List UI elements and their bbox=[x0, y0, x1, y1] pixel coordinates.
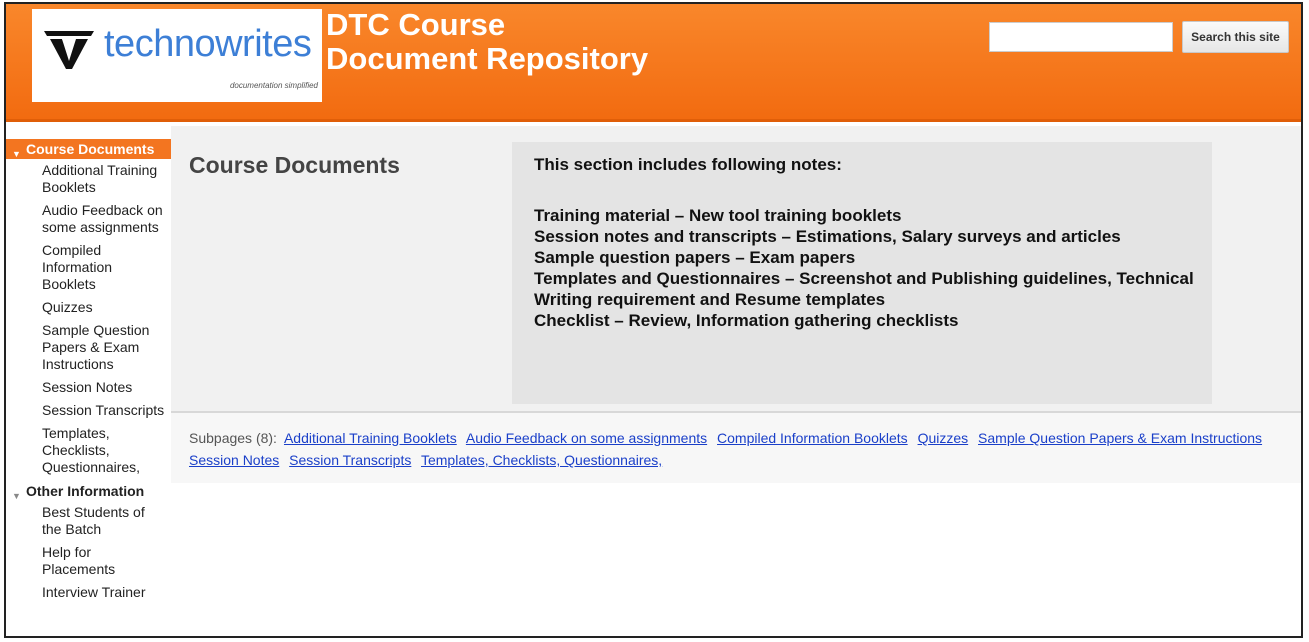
search-button[interactable]: Search this site bbox=[1182, 21, 1289, 53]
notes-intro: This section includes following notes: bbox=[534, 155, 842, 174]
browser-page: technowrites documentation simplified DT… bbox=[4, 2, 1303, 638]
subpage-link[interactable]: Sample Question Papers & Exam Instructio… bbox=[978, 430, 1262, 446]
sidebar-item[interactable]: Sample Question Papers & Exam Instructio… bbox=[6, 319, 171, 376]
subpage-link[interactable]: Compiled Information Booklets bbox=[717, 430, 908, 446]
sidebar-item[interactable]: Interview Trainer bbox=[6, 581, 171, 604]
site-title-line2: Document Repository bbox=[326, 41, 649, 76]
sidebar-item[interactable]: Quizzes bbox=[6, 296, 171, 319]
chevron-down-icon[interactable]: ▼ bbox=[12, 144, 21, 164]
sidebar-category-course-documents[interactable]: ▼ Course Documents bbox=[6, 139, 171, 159]
subpages-label: Subpages (8): bbox=[189, 430, 277, 446]
subpage-link[interactable]: Audio Feedback on some assignments bbox=[466, 430, 707, 446]
sidebar-category-label: Other Information bbox=[26, 483, 145, 499]
sidebar-nav: ▼ Course Documents Additional Training B… bbox=[6, 139, 171, 636]
notes-list: Training material – New tool training bo… bbox=[534, 205, 1194, 331]
site-title[interactable]: DTC Course Document Repository bbox=[326, 8, 648, 76]
subpage-link[interactable]: Session Notes bbox=[189, 452, 279, 468]
note-line: Checklist – Review, Information gatherin… bbox=[534, 311, 959, 330]
site-logo[interactable]: technowrites documentation simplified bbox=[32, 9, 322, 102]
notes-info-box: This section includes following notes: T… bbox=[512, 142, 1212, 404]
note-line: Sample question papers – Exam papers bbox=[534, 248, 856, 267]
technowrites-logo-icon bbox=[44, 31, 94, 69]
page-title: Course Documents bbox=[189, 152, 400, 178]
sidebar-item[interactable]: Audio Feedback on some assignments bbox=[6, 199, 171, 239]
note-line: Training material – New tool training bo… bbox=[534, 206, 902, 225]
site-title-line1: DTC Course bbox=[326, 7, 506, 42]
sidebar-list-course-documents: Additional Training Booklets Audio Feedb… bbox=[6, 159, 171, 479]
note-line: Templates and Questionnaires – Screensho… bbox=[534, 269, 1194, 309]
sidebar-list-other-information: Best Students of the Batch Help for Plac… bbox=[6, 501, 171, 604]
site-header: technowrites documentation simplified DT… bbox=[6, 4, 1301, 122]
sidebar-category-label: Course Documents bbox=[26, 141, 155, 157]
note-line: Session notes and transcripts – Estimati… bbox=[534, 227, 1121, 246]
subpage-link[interactable]: Templates, Checklists, Questionnaires, bbox=[421, 452, 662, 468]
sidebar-category-other-information[interactable]: ▼ Other Information bbox=[6, 481, 171, 501]
sidebar-item[interactable]: Best Students of the Batch bbox=[6, 501, 171, 541]
subpage-link[interactable]: Quizzes bbox=[918, 430, 969, 446]
subpage-link[interactable]: Session Transcripts bbox=[289, 452, 411, 468]
sidebar-item[interactable]: Compiled Information Booklets bbox=[6, 239, 171, 296]
sidebar-item[interactable]: Templates, Checklists, Questionnaires, bbox=[6, 422, 171, 479]
sidebar-item[interactable]: Additional Training Booklets bbox=[6, 159, 171, 199]
search-input[interactable] bbox=[989, 22, 1173, 52]
logo-tagline: documentation simplified bbox=[229, 81, 318, 90]
logo-text: technowrites bbox=[104, 23, 312, 65]
sidebar-item[interactable]: Session Notes bbox=[6, 376, 171, 399]
sidebar-item[interactable]: Session Transcripts bbox=[6, 399, 171, 422]
chevron-down-icon[interactable]: ▼ bbox=[12, 486, 21, 506]
subpage-link[interactable]: Additional Training Booklets bbox=[284, 430, 457, 446]
subpages-list: Subpages (8): Additional Training Bookle… bbox=[189, 427, 1289, 471]
sidebar-item[interactable]: Help for Placements bbox=[6, 541, 171, 581]
